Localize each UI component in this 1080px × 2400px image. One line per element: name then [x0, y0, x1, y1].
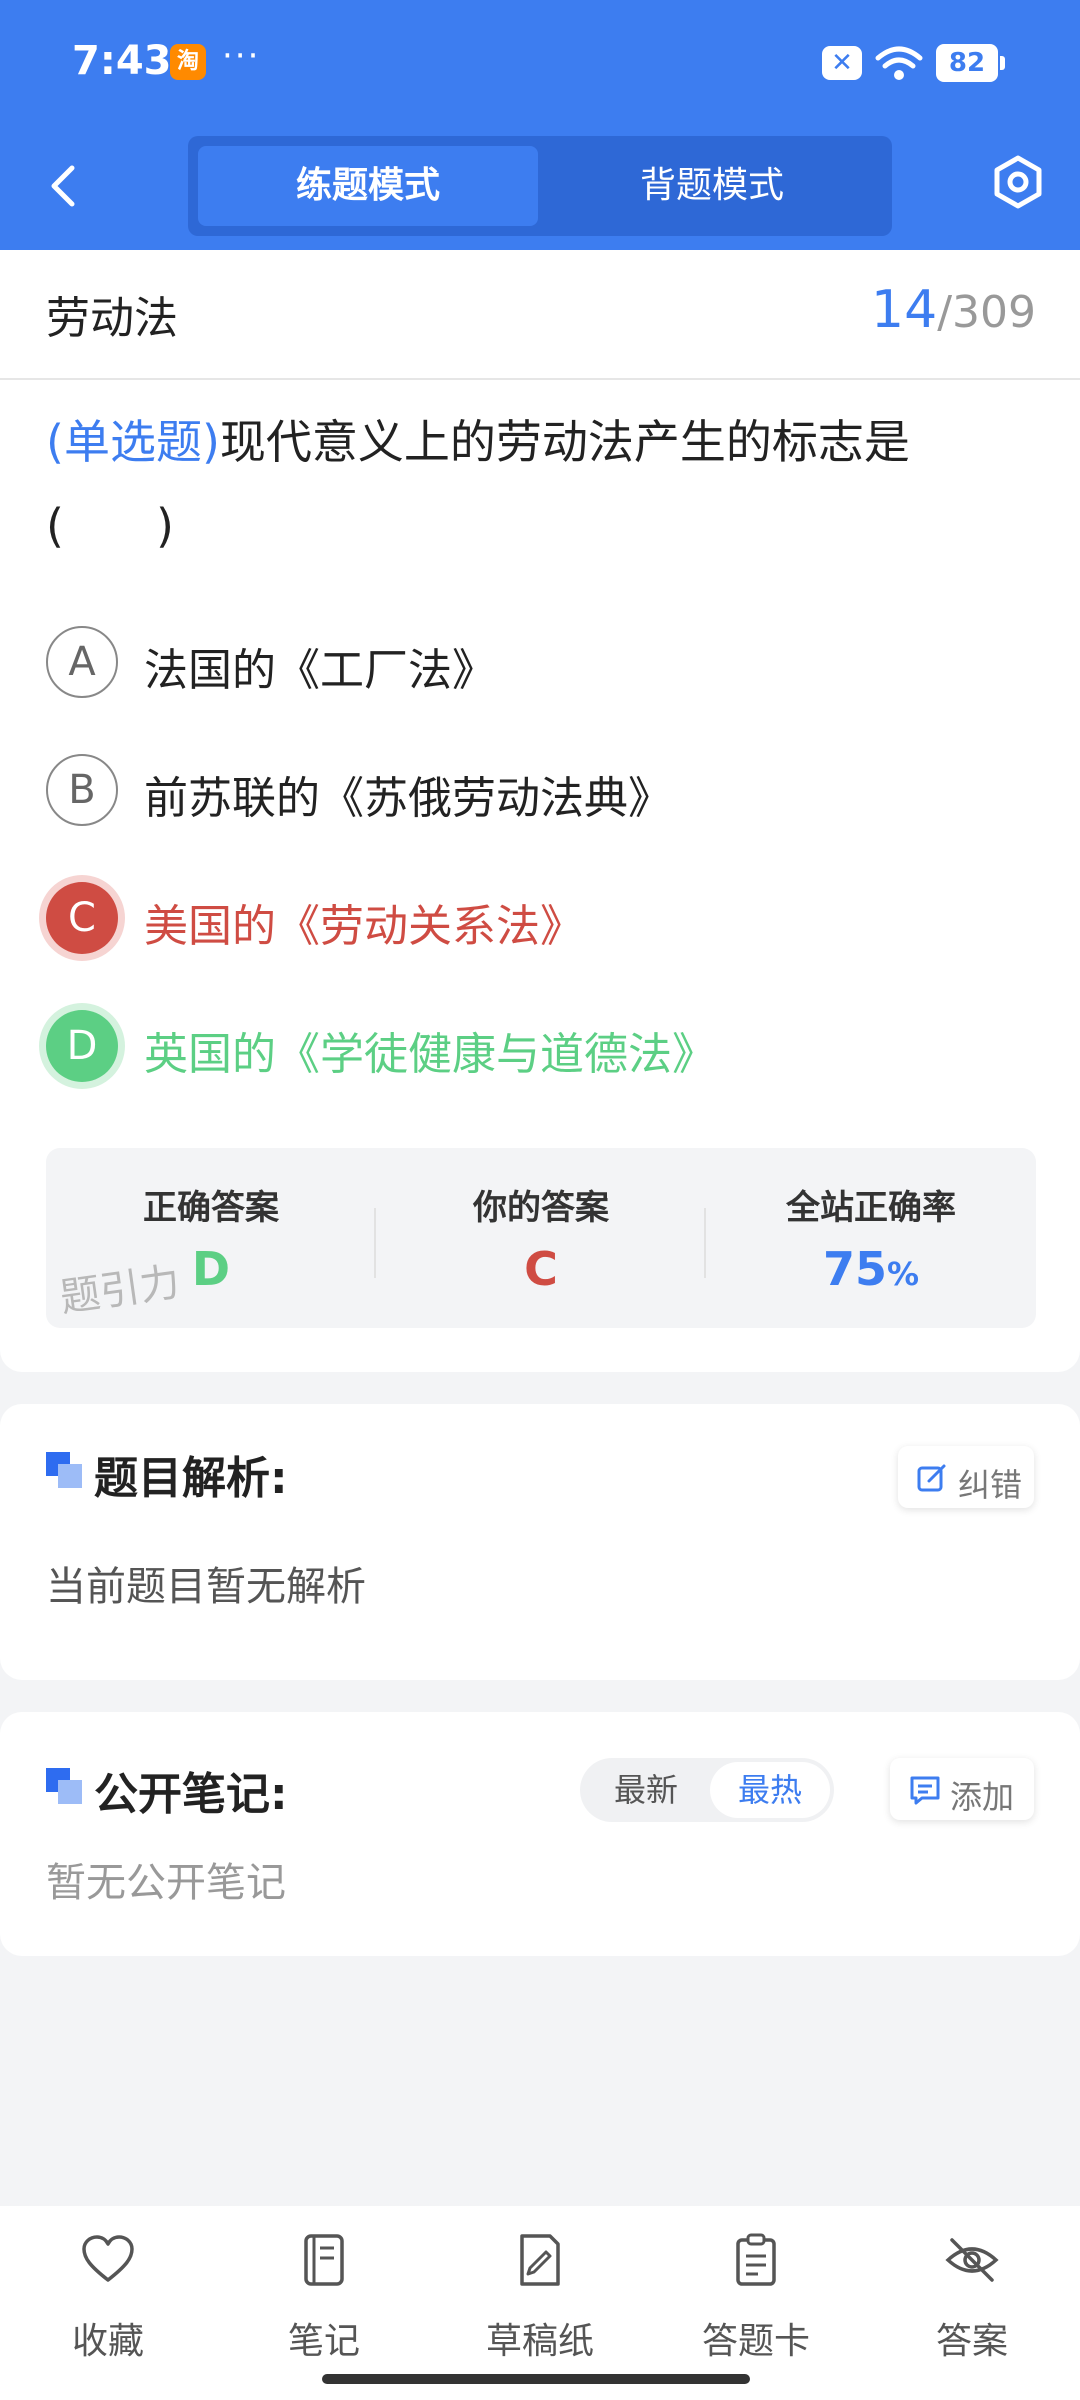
your-answer-value: C — [524, 1242, 558, 1296]
analysis-body: 当前题目暂无解析 — [46, 1564, 366, 1610]
notes-label: 笔记 — [287, 2321, 360, 2362]
option-c[interactable]: C 美国的《劳动关系法》 — [46, 878, 1046, 958]
accuracy-column: 全站正确率 75% — [706, 1148, 1036, 1328]
sort-latest[interactable]: 最新 — [586, 1762, 706, 1818]
option-d[interactable]: D 英国的《学徒健康与道德法》 — [46, 1006, 1046, 1086]
counter-separator: / — [937, 287, 953, 338]
option-letter: A — [46, 626, 118, 698]
home-indicator[interactable] — [322, 2374, 750, 2384]
your-answer-column: 你的答案 C — [376, 1148, 706, 1328]
bottom-toolbar: 收藏 笔记 草稿纸 答题卡 答案 — [0, 2206, 1080, 2400]
answer-sheet-button[interactable]: 答题卡 — [676, 2232, 836, 2362]
notes-sort-toggle: 最新 最热 — [580, 1758, 834, 1822]
tab-practice-mode[interactable]: 练题模式 — [198, 146, 538, 226]
notes-title: 公开笔记: — [94, 1769, 288, 1820]
option-text: 前苏联的《苏俄劳动法典》 — [144, 773, 672, 824]
analysis-panel: 题目解析: 纠错 当前题目暂无解析 — [0, 1404, 1080, 1680]
status-bar: 7:43 淘 ··· ✕ 82 — [0, 0, 1080, 125]
back-arrow-icon[interactable] — [40, 156, 90, 216]
total-question-count: 309 — [952, 287, 1036, 338]
correct-answer-label: 正确答案 — [143, 1188, 279, 1228]
wifi-icon — [875, 46, 923, 80]
notes-empty-text: 暂无公开笔记 — [46, 1860, 286, 1906]
answer-sheet-label: 答题卡 — [701, 2321, 810, 2362]
draft-paper-button[interactable]: 草稿纸 — [460, 2232, 620, 2362]
sort-hottest[interactable]: 最热 — [710, 1762, 830, 1818]
add-note-button[interactable]: 添加 — [890, 1758, 1034, 1820]
question-counter: 14/309 — [871, 280, 1036, 340]
comment-icon — [910, 1776, 940, 1805]
current-question-number: 14 — [871, 280, 938, 340]
draft-paper-label: 草稿纸 — [485, 2321, 594, 2362]
battery-icon: 82 — [936, 44, 1005, 82]
edit-icon — [917, 1464, 946, 1492]
your-answer-label: 你的答案 — [473, 1188, 609, 1228]
option-letter-correct: D — [46, 1010, 118, 1082]
section-marker-icon — [46, 1452, 82, 1488]
question-text: (单选题)现代意义上的劳动法产生的标志是( ) — [46, 400, 1036, 568]
settings-icon[interactable] — [990, 154, 1046, 210]
option-text: 法国的《工厂法》 — [144, 645, 496, 696]
accuracy-unit: % — [886, 1255, 920, 1293]
subject-title: 劳动法 — [46, 293, 178, 344]
analysis-title: 题目解析: — [94, 1453, 288, 1504]
heart-icon — [82, 2235, 134, 2282]
accuracy-value: 75% — [706, 1242, 1036, 1296]
taobao-notification-icon: 淘 — [170, 44, 206, 80]
section-marker-icon — [46, 1768, 82, 1804]
option-text: 英国的《学徒健康与道德法》 — [144, 1029, 716, 1080]
more-notifications-icon: ··· — [222, 36, 261, 76]
answer-sheet-icon — [736, 2233, 776, 2286]
show-answer-button[interactable]: 答案 — [892, 2232, 1052, 2362]
top-header: 7:43 淘 ··· ✕ 82 练题模式 背题模式 — [0, 0, 1080, 250]
option-letter-wrong: C — [46, 882, 118, 954]
favorite-button[interactable]: 收藏 — [28, 2232, 188, 2362]
option-text: 美国的《劳动关系法》 — [144, 901, 584, 952]
divider — [0, 378, 1080, 380]
question-type: (单选题) — [46, 415, 220, 469]
no-sim-icon: ✕ — [822, 46, 862, 80]
eye-off-icon — [945, 2238, 999, 2282]
notes-button[interactable]: 笔记 — [244, 2232, 404, 2362]
option-letter: B — [46, 754, 118, 826]
status-time: 7:43 — [72, 38, 172, 84]
public-notes-panel: 公开笔记: 最新 最热 添加 暂无公开笔记 — [0, 1712, 1080, 1956]
option-a[interactable]: A 法国的《工厂法》 — [46, 622, 1046, 702]
tab-memorize-mode[interactable]: 背题模式 — [542, 146, 882, 226]
notebook-icon — [304, 2234, 344, 2286]
mode-switch: 练题模式 背题模式 — [188, 136, 892, 236]
accuracy-label: 全站正确率 — [786, 1188, 956, 1228]
option-b[interactable]: B 前苏联的《苏俄劳动法典》 — [46, 750, 1046, 830]
favorite-label: 收藏 — [71, 2321, 144, 2362]
report-error-label: 纠错 — [958, 1466, 1023, 1504]
add-note-label: 添加 — [950, 1778, 1015, 1816]
report-error-button[interactable]: 纠错 — [898, 1446, 1034, 1508]
show-answer-label: 答案 — [935, 2321, 1008, 2362]
accuracy-number: 75 — [822, 1242, 887, 1296]
answer-result-box: 正确答案 D 你的答案 C 全站正确率 75% 题引力 — [46, 1148, 1036, 1328]
draft-paper-icon — [520, 2234, 560, 2286]
question-panel: 劳动法 14/309 (单选题)现代意义上的劳动法产生的标志是( ) A 法国的… — [0, 250, 1080, 1372]
